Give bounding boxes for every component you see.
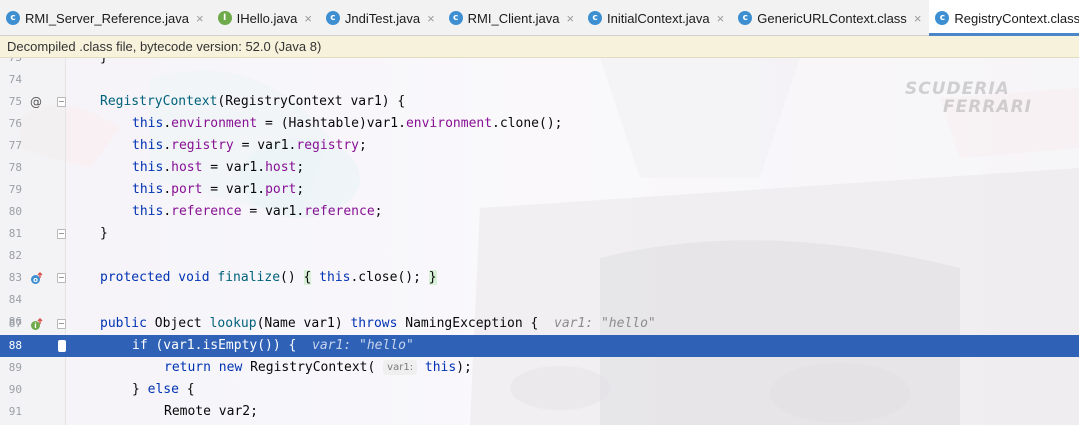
- code-line: 91 Remote var2;: [8, 404, 258, 419]
- editor-tab[interactable]: c InitialContext.java ×: [582, 0, 732, 36]
- close-tab-icon[interactable]: ×: [304, 11, 312, 26]
- annotation-icon[interactable]: @: [30, 91, 42, 113]
- inline-debug-value: var1: "hello": [554, 316, 656, 331]
- code-line: 82: [8, 249, 22, 262]
- editor-tab[interactable]: c RMI_Client.java ×: [443, 0, 582, 36]
- code-line: 79 this.port = var1.port;: [8, 182, 305, 197]
- editor-tab[interactable]: c RMI_Server_Reference.java ×: [0, 0, 212, 36]
- code-line: 77 this.registry = var1.registry;: [8, 138, 367, 153]
- decompiled-info-banner: Decompiled .class file, bytecode version…: [0, 36, 1079, 58]
- fold-icon[interactable]: [57, 273, 66, 283]
- editor-tab-label: RMI_Client.java: [467, 10, 560, 26]
- fold-icon[interactable]: [57, 97, 66, 107]
- code-line: 73 }: [0, 58, 1079, 69]
- code-line: 90 } else {: [8, 382, 195, 397]
- fold-icon[interactable]: [57, 229, 66, 239]
- code-line: 83 o protected void finalize() { this.cl…: [8, 270, 437, 285]
- editor-tab-label: RMI_Server_Reference.java: [25, 10, 190, 26]
- execution-point-marker: [58, 340, 66, 352]
- editor-tab[interactable]: c GenericURLContext.class ×: [732, 0, 929, 36]
- parameter-hint: var1:: [383, 360, 418, 375]
- interface-icon: I: [217, 11, 232, 25]
- editor-tab[interactable]: cRegistryContext.class×: [929, 0, 1079, 36]
- inline-debug-value: var1: "hello": [312, 338, 414, 353]
- code-line: 74: [8, 73, 22, 86]
- svg-text:o: o: [33, 276, 38, 284]
- editor-tab-label: RegistryContext.class: [954, 10, 1079, 26]
- close-tab-icon[interactable]: ×: [566, 11, 574, 26]
- class-runnable-icon: c: [325, 11, 340, 25]
- close-tab-icon[interactable]: ×: [427, 11, 435, 26]
- implemented-method-icon[interactable]: i: [30, 318, 43, 331]
- abstract-class-icon: c: [738, 11, 753, 25]
- editor-tab-label: IHello.java: [236, 10, 298, 26]
- code-editor[interactable]: SCUDERIA FERRARI 73 } 74 75 @ RegistryCo…: [0, 58, 1079, 425]
- close-tab-icon[interactable]: ×: [717, 11, 725, 26]
- code-line: 87 i public Object lookup(Name var1) thr…: [8, 316, 656, 331]
- override-method-icon[interactable]: o: [30, 272, 43, 285]
- close-tab-icon[interactable]: ×: [914, 11, 922, 26]
- class-runnable-icon: c: [448, 11, 463, 25]
- close-tab-icon[interactable]: ×: [196, 11, 204, 26]
- code-line: 78 this.host = var1.host;: [8, 160, 305, 175]
- class-runnable-icon: c: [6, 11, 20, 25]
- editor-tab-label: InitialContext.java: [607, 10, 710, 26]
- code-line: 84: [8, 293, 22, 306]
- class-icon: c: [935, 11, 950, 25]
- class-icon: c: [588, 11, 603, 25]
- code-line: 89 return new RegistryContext( var1: thi…: [8, 360, 472, 375]
- code-line: 76 this.environment = (Hashtable)var1.en…: [8, 116, 563, 131]
- editor-tab[interactable]: c JndiTest.java ×: [320, 0, 443, 36]
- editor-tab-label: GenericURLContext.class: [757, 10, 907, 26]
- code-line: 75 @ RegistryContext(RegistryContext var…: [0, 91, 1079, 113]
- editor-tab-label: JndiTest.java: [344, 10, 421, 26]
- current-execution-line: 88 if (var1.isEmpty()) { var1: "hello": [0, 335, 1079, 357]
- editor-tab-bar: c RMI_Server_Reference.java × I IHello.java ×…: [0, 0, 1079, 36]
- editor-tab[interactable]: I IHello.java ×: [212, 0, 320, 36]
- svg-text:i: i: [34, 322, 36, 330]
- fold-icon[interactable]: [57, 319, 66, 329]
- code-line: 80 this.reference = var1.reference;: [8, 204, 383, 219]
- code-line: 81 }: [8, 226, 108, 241]
